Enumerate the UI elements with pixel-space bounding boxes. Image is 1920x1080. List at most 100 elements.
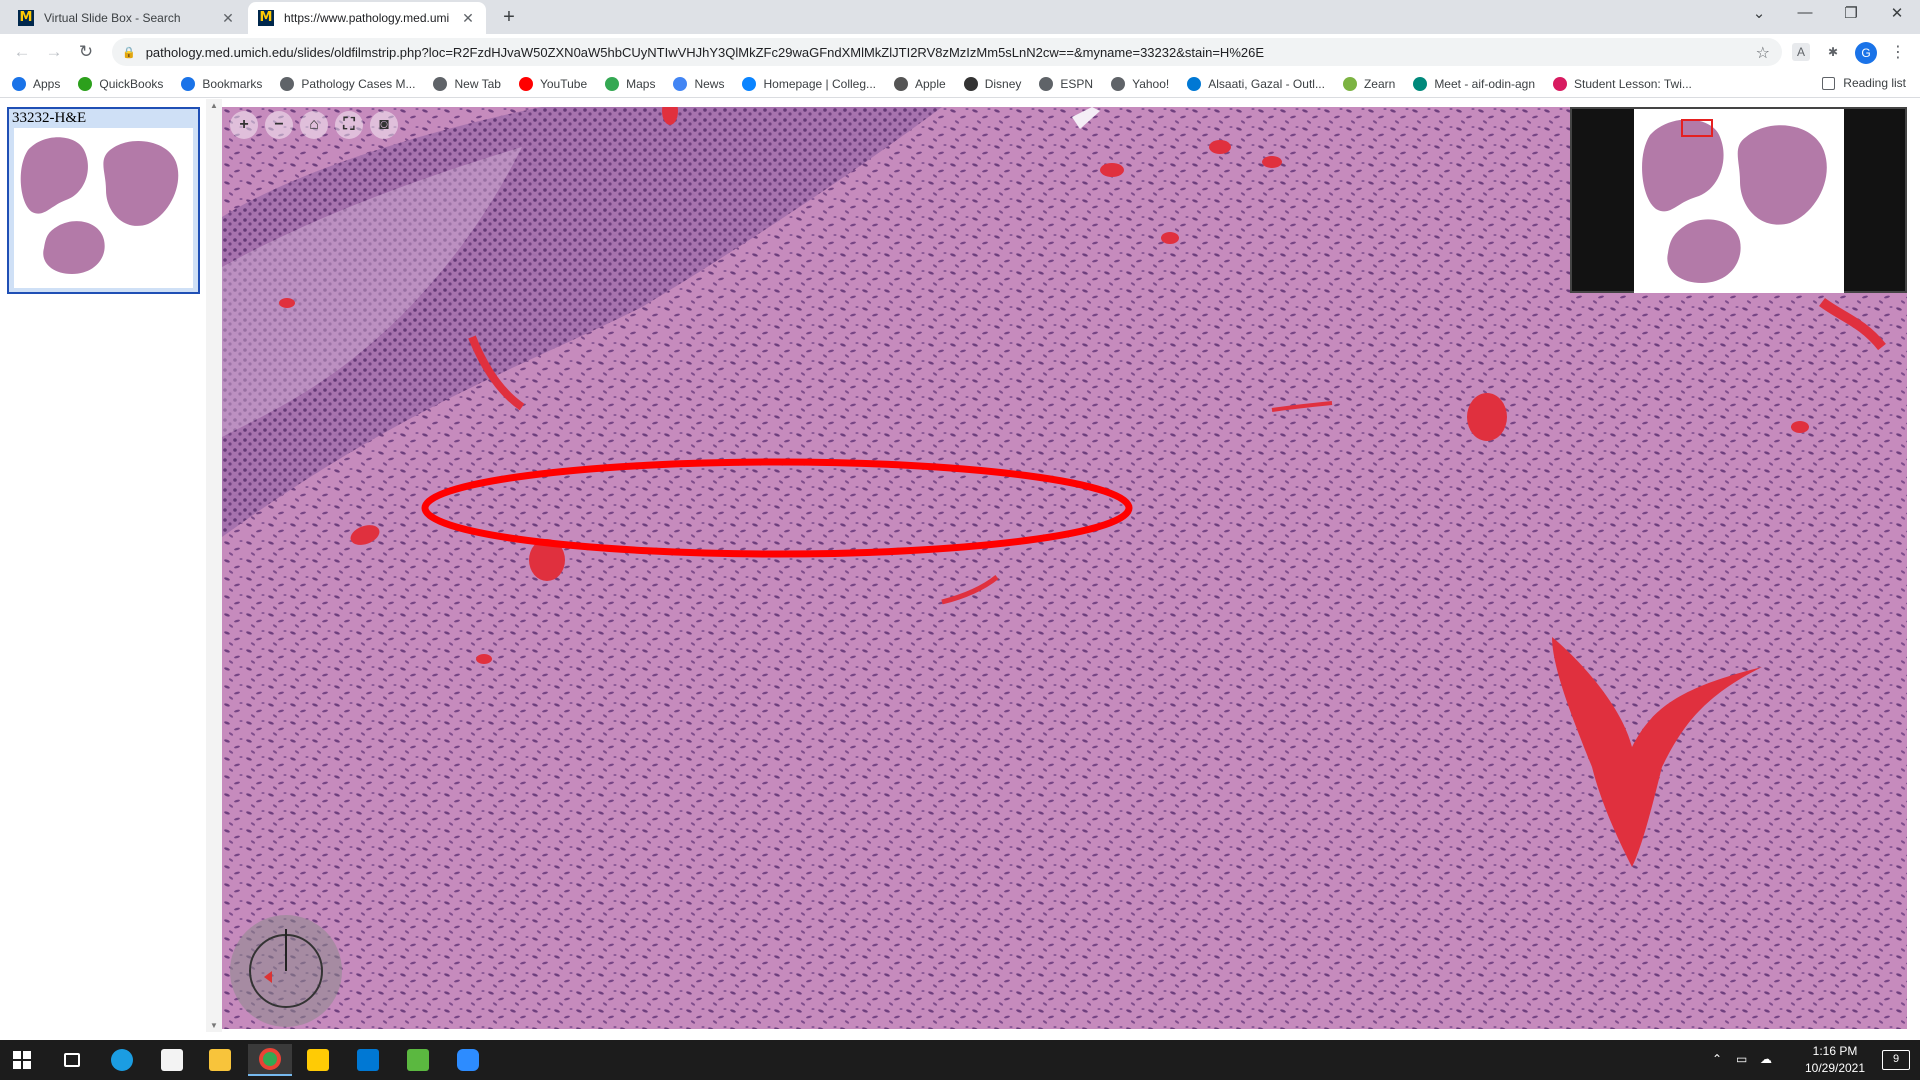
slide-thumbnail-image [14,128,193,288]
bookmark-item[interactable]: ESPN [1039,76,1094,91]
bookmark-item[interactable]: Apple [894,76,946,91]
tab-virtual-slide-box[interactable]: M Virtual Slide Box - Search ✕ [8,2,246,34]
bookmark-item[interactable]: Yahoo! [1111,76,1170,91]
viewer-controls: + − ⌂ ⛶ ◙ [230,111,405,139]
meet-icon [1413,76,1428,91]
zoom-out-icon[interactable]: − [265,111,293,139]
bookmark-label: QuickBooks [99,76,164,91]
bookmarks-bar: Apps QuickBooks Bookmarks Pathology Cases M… [0,70,1920,98]
bookmark-label: Apps [33,76,61,91]
reload-icon[interactable]: ↻ [74,41,98,63]
outlook-icon[interactable] [346,1044,390,1076]
tray-chevron-up-icon[interactable]: ⌃ [1712,1052,1722,1066]
bookmark-label: News [694,76,725,91]
bookmark-item[interactable]: Disney [963,76,1021,91]
edge-browser-icon[interactable] [100,1044,144,1076]
overview-navigator[interactable] [1570,107,1907,293]
notification-center-icon[interactable]: 9 [1882,1050,1910,1070]
task-view-icon[interactable] [50,1044,94,1076]
fullscreen-icon[interactable]: ⛶ [335,111,363,139]
windows-start-icon[interactable] [0,1044,44,1076]
lock-icon: 🔒 [122,46,136,59]
tab-title: Virtual Slide Box - Search [44,11,181,25]
back-arrow-icon[interactable]: ← [10,41,34,63]
maps-pin-icon [605,76,620,91]
scroll-down-arrow-icon[interactable]: ▼ [206,1021,222,1030]
file-explorer-icon[interactable] [198,1044,242,1076]
kebab-menu-icon[interactable]: ⋮ [1890,42,1906,62]
bookmark-item[interactable]: QuickBooks [78,76,164,91]
zoom-meetings-icon[interactable] [446,1044,490,1076]
bookmark-item[interactable]: New Tab [433,76,501,91]
tab-title: https://www.pathology.med.umi [284,11,450,25]
store-icon[interactable] [150,1044,194,1076]
bookmark-label: Apple [915,76,946,91]
reading-list-button[interactable]: Reading list [1822,76,1906,90]
news-icon [673,76,688,91]
slide-viewport[interactable]: + − ⌂ ⛶ ◙ [222,107,1907,1029]
bookmark-label: Pathology Cases M... [301,76,416,91]
profile-avatar[interactable]: G [1855,42,1877,64]
michigan-favicon-icon: M [258,10,274,26]
bookmark-item[interactable]: Maps [605,76,655,91]
tab-close-icon[interactable]: ✕ [220,10,236,27]
bookmark-label: Meet - aif-odin-agn [1434,76,1536,91]
zearn-icon [1342,76,1357,91]
michigan-favicon-icon: M [18,10,34,26]
bookmark-label: Student Lesson: Twi... [1574,76,1692,91]
address-bar[interactable]: 🔒 pathology.med.umich.edu/slides/oldfilm… [112,38,1782,66]
tab-pathology-slide[interactable]: M https://www.pathology.med.umi ✕ [248,2,486,34]
network-icon[interactable]: ▭ [1736,1052,1747,1066]
bookmark-item[interactable]: Bookmarks [181,76,262,91]
rotation-dial[interactable] [230,915,342,1027]
screen-recorder-icon[interactable] [396,1044,440,1076]
filmstrip-panel: 33232-H&E ▲ ▼ [0,99,222,1032]
slide-thumbnail[interactable]: 33232-H&E [7,107,200,294]
globe-icon [1039,76,1054,91]
reading-list-label: Reading list [1843,76,1906,90]
filmstrip-scrollbar[interactable]: ▲ ▼ [206,99,222,1032]
scroll-up-arrow-icon[interactable]: ▲ [206,101,222,110]
onedrive-cloud-icon[interactable]: ☁ [1760,1052,1772,1066]
restore-icon[interactable]: ❐ [1828,4,1874,22]
tab-search-chevron-down-icon[interactable]: ⌄ [1736,4,1782,22]
bookmark-item[interactable]: News [673,76,725,91]
new-tab-button[interactable]: + [498,6,520,29]
tab-close-icon[interactable]: ✕ [460,10,476,27]
quickbooks-icon [78,76,93,91]
home-icon[interactable]: ⌂ [300,111,328,139]
reading-list-icon [1822,76,1836,90]
zoom-in-icon[interactable]: + [230,111,258,139]
navigator-viewport-box[interactable] [1681,119,1713,137]
slide-thumbnail-label: 33232-H&E [12,110,87,126]
bookmark-star-icon[interactable]: ☆ [1756,43,1770,63]
bookmark-item[interactable]: Meet - aif-odin-agn [1413,76,1536,91]
bookmark-item[interactable]: Apps [12,76,61,91]
bookmark-item[interactable]: Alsaati, Gazal - Outl... [1187,76,1325,91]
minimize-icon[interactable]: — [1782,4,1828,21]
bookmark-item[interactable]: Pathology Cases M... [280,76,416,91]
browser-toolbar: ← → ↻ 🔒 pathology.med.umich.edu/slides/o… [0,34,1920,70]
chrome-icon[interactable] [248,1044,292,1076]
clock-date: 10/29/2021 [1804,1061,1866,1075]
camera-icon[interactable]: ◙ [370,111,398,139]
bookmark-item[interactable]: Homepage | Colleg... [742,76,876,91]
bookmark-label: Yahoo! [1132,76,1170,91]
apps-grid-icon [12,76,26,91]
bookmark-item[interactable]: YouTube [518,76,587,91]
bookmark-label: ESPN [1060,76,1094,91]
michigan-app-icon[interactable] [296,1044,340,1076]
window-close-icon[interactable]: ✕ [1874,4,1920,22]
windows-taskbar: ⌃ ▭ ☁ 1:16 PM 10/29/2021 9 [0,1040,1920,1080]
forward-arrow-icon[interactable]: → [42,41,66,63]
clock-time: 1:16 PM [1812,1044,1858,1058]
extension-icon[interactable]: A [1792,43,1810,61]
bookmark-item[interactable]: Zearn [1342,76,1395,91]
bookmark-label: Homepage | Colleg... [763,76,876,91]
star-icon [181,76,196,91]
disney-icon [963,76,978,91]
bookmark-item[interactable]: Student Lesson: Twi... [1553,76,1692,91]
tab-strip: M Virtual Slide Box - Search ✕ M https:/… [0,0,1920,34]
system-clock[interactable]: 1:16 PM 10/29/2021 [1790,1043,1880,1077]
puzzle-extensions-icon[interactable]: ✱ [1824,43,1842,61]
